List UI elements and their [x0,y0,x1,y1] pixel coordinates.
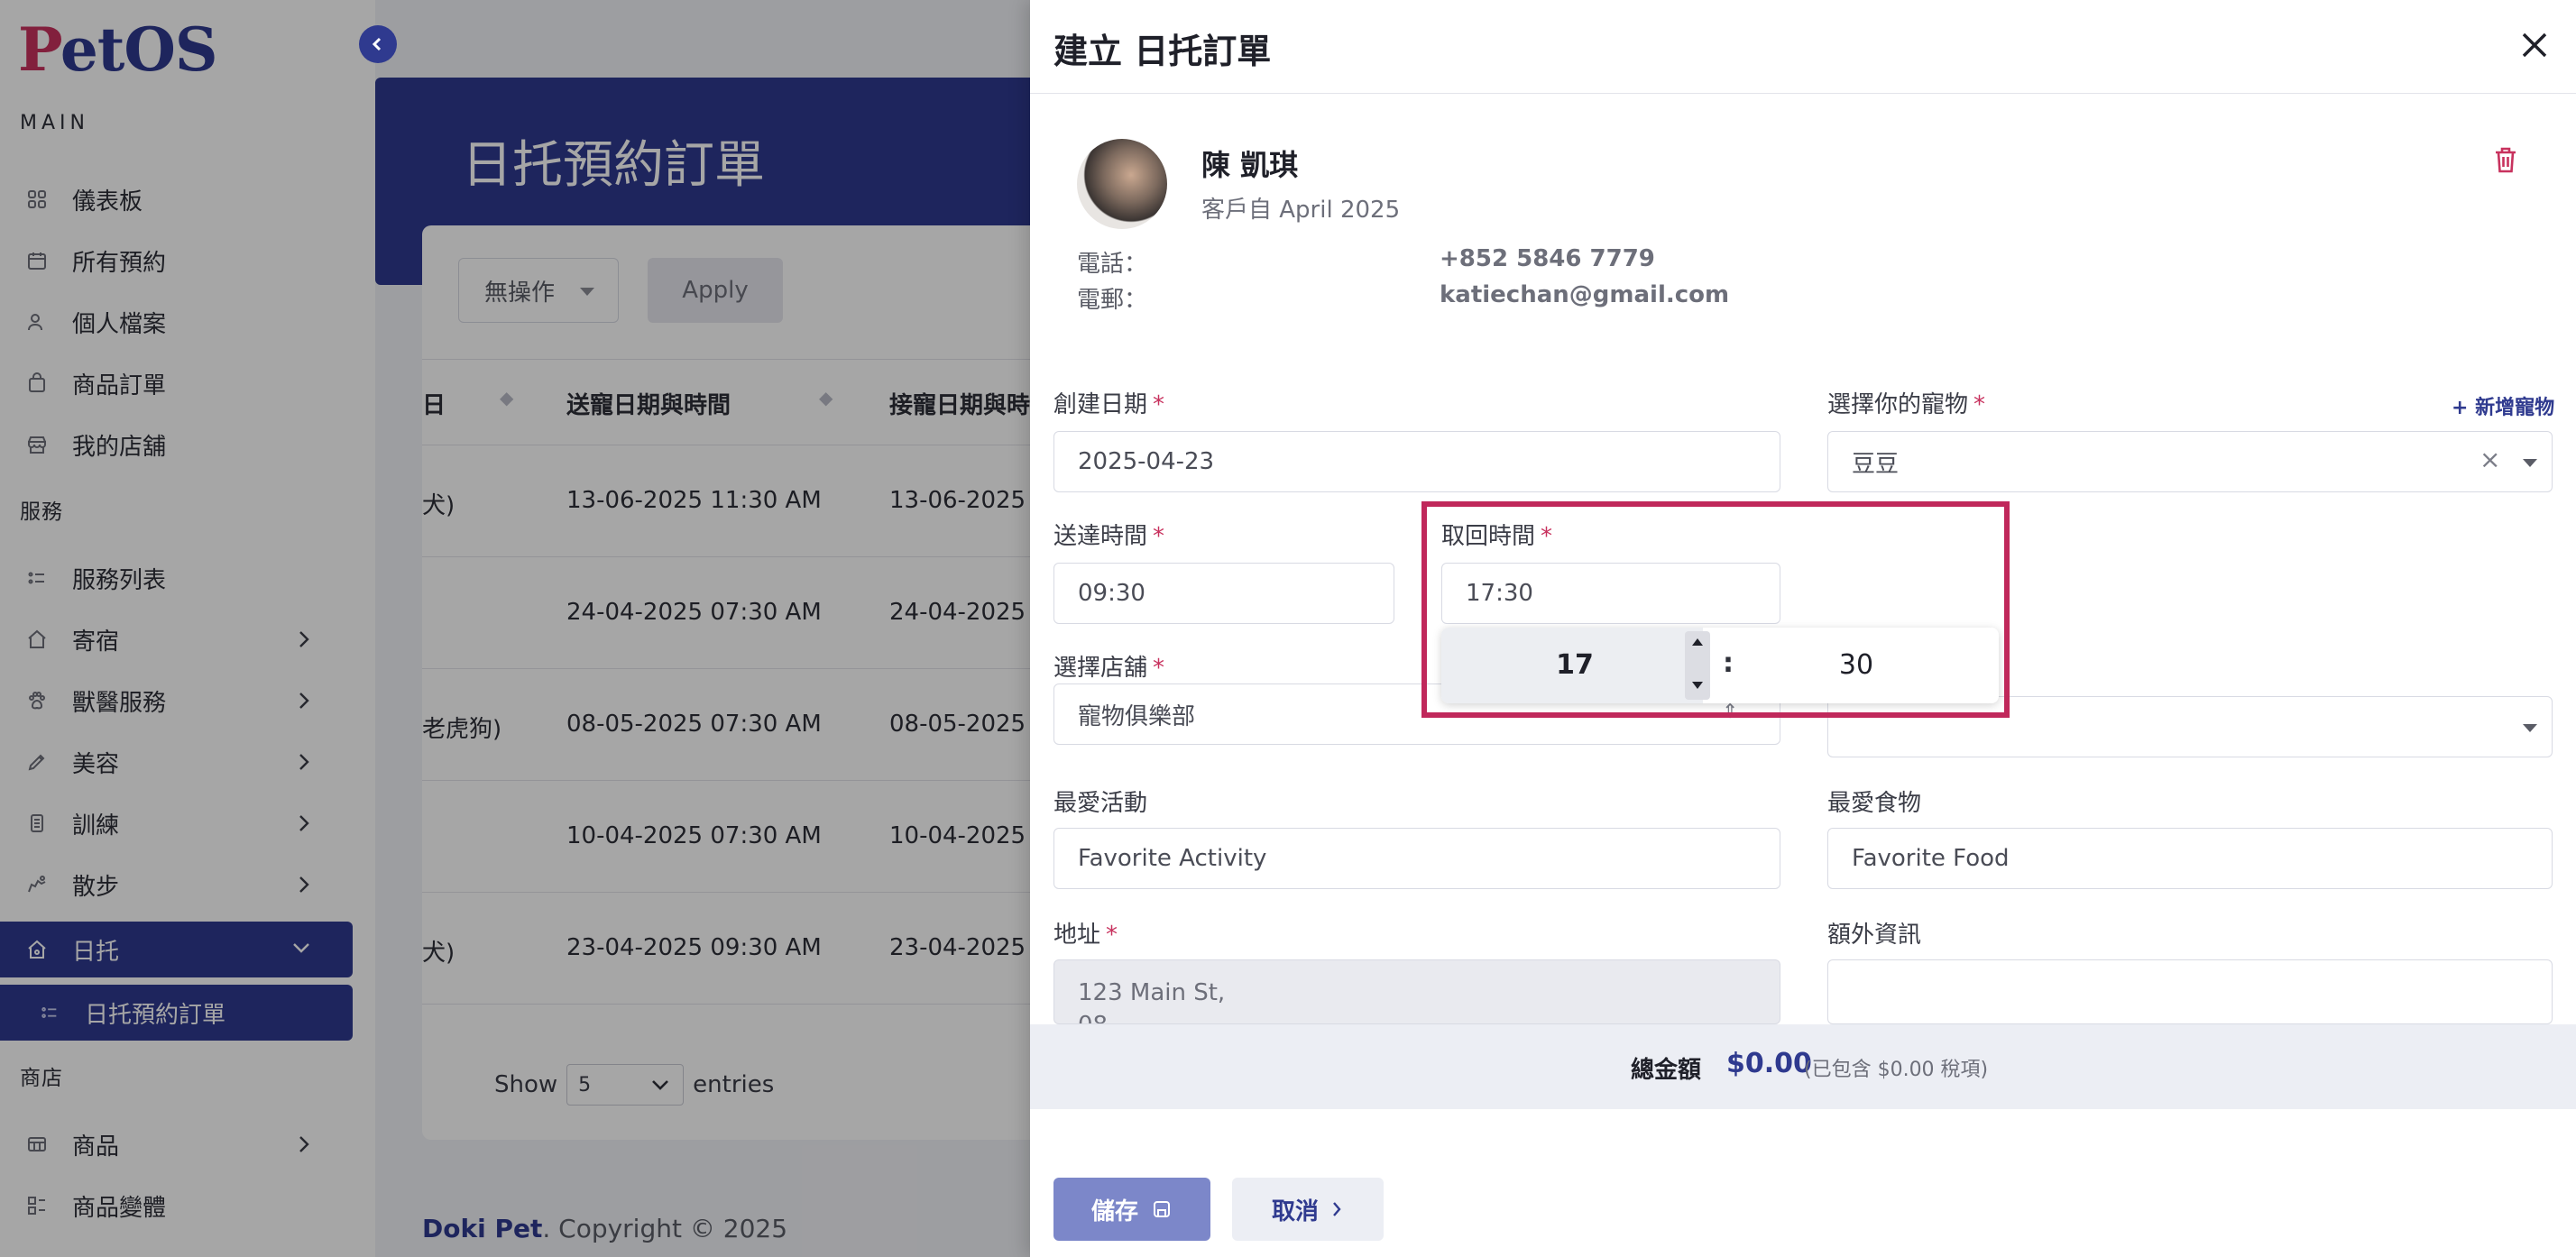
email-value: katiechan@gmail.com [1440,281,1730,308]
favorite-food-input[interactable]: Favorite Food [1827,828,2553,889]
created-date-label: 創建日期 * [1053,391,1165,418]
sidebar-collapse-button[interactable] [359,25,397,63]
caret-down-icon [2523,459,2537,467]
favorite-food-placeholder: Favorite Food [1852,845,2010,872]
drawer-header: 建立 日托訂單 [1030,0,2576,94]
store-select-label: 選擇店舖 * [1053,655,1165,682]
extra-info-label: 額外資訊 [1827,922,1922,949]
extra-info-textarea[interactable] [1827,959,2553,1024]
address-label: 地址 * [1053,922,1118,949]
trash-icon[interactable] [2493,146,2518,175]
pet-select[interactable]: 豆豆 × [1827,431,2553,492]
customer-name: 陳 凱琪 [1201,148,1299,182]
add-pet-link[interactable]: + 新增寵物 [2452,391,2554,420]
save-label: 儲存 [1090,1197,1138,1225]
customer-avatar [1077,139,1167,229]
created-date-value: 2025-04-23 [1078,448,1215,475]
clear-icon[interactable]: × [2479,445,2500,474]
total-bar: 總金額 $0.00 (已包含 $0.00 稅項) [1030,1024,2576,1109]
dropoff-time-label: 送達時間 * [1053,523,1165,550]
save-button[interactable]: 儲存 [1053,1178,1210,1241]
address-value: 123 Main St, 08 [1078,979,1226,1023]
favorite-activity-input[interactable]: Favorite Activity [1053,828,1780,889]
created-date-input[interactable]: 2025-04-23 [1053,431,1780,492]
pet-select-label: 選擇你的寵物 * [1827,391,1986,418]
address-textarea[interactable]: 123 Main St, 08 [1053,959,1780,1024]
caret-down-icon [2523,724,2537,732]
phone-label: 電話： [1077,251,1148,278]
cancel-button[interactable]: 取消 [1232,1178,1384,1241]
focus-highlight [1421,501,2010,718]
drawer-title: 建立 日托訂單 [1053,32,1272,71]
save-icon [1154,1201,1170,1217]
phone-value: +852 5846 7779 [1440,245,1655,272]
favorite-activity-label: 最愛活動 [1053,790,1148,817]
favorite-food-label: 最愛食物 [1827,790,1922,817]
close-icon[interactable] [2515,25,2554,65]
total-label: 總金額 [1631,1057,1702,1084]
email-label: 電郵： [1077,287,1148,314]
cancel-label: 取消 [1271,1197,1319,1225]
dropoff-time-input[interactable]: 09:30 [1053,563,1394,624]
dropoff-time-value: 09:30 [1078,580,1145,607]
chevron-right-icon [1333,1202,1341,1216]
tax-note: (已包含 $0.00 稅項) [1804,1059,1989,1081]
pet-select-value: 豆豆 [1852,450,1900,478]
chevron-left-icon [372,37,382,51]
store-select-value: 寵物俱樂部 [1078,702,1196,730]
favorite-activity-placeholder: Favorite Activity [1078,845,1267,872]
modal-backdrop[interactable] [0,0,1030,1257]
create-daycare-order-drawer: 建立 日托訂單 陳 凱琪 客戶自 April 2025 電話： +852 584… [1030,0,2576,1257]
customer-since: 客戶自 April 2025 [1201,197,1401,224]
total-value: $0.00 [1726,1048,1812,1079]
